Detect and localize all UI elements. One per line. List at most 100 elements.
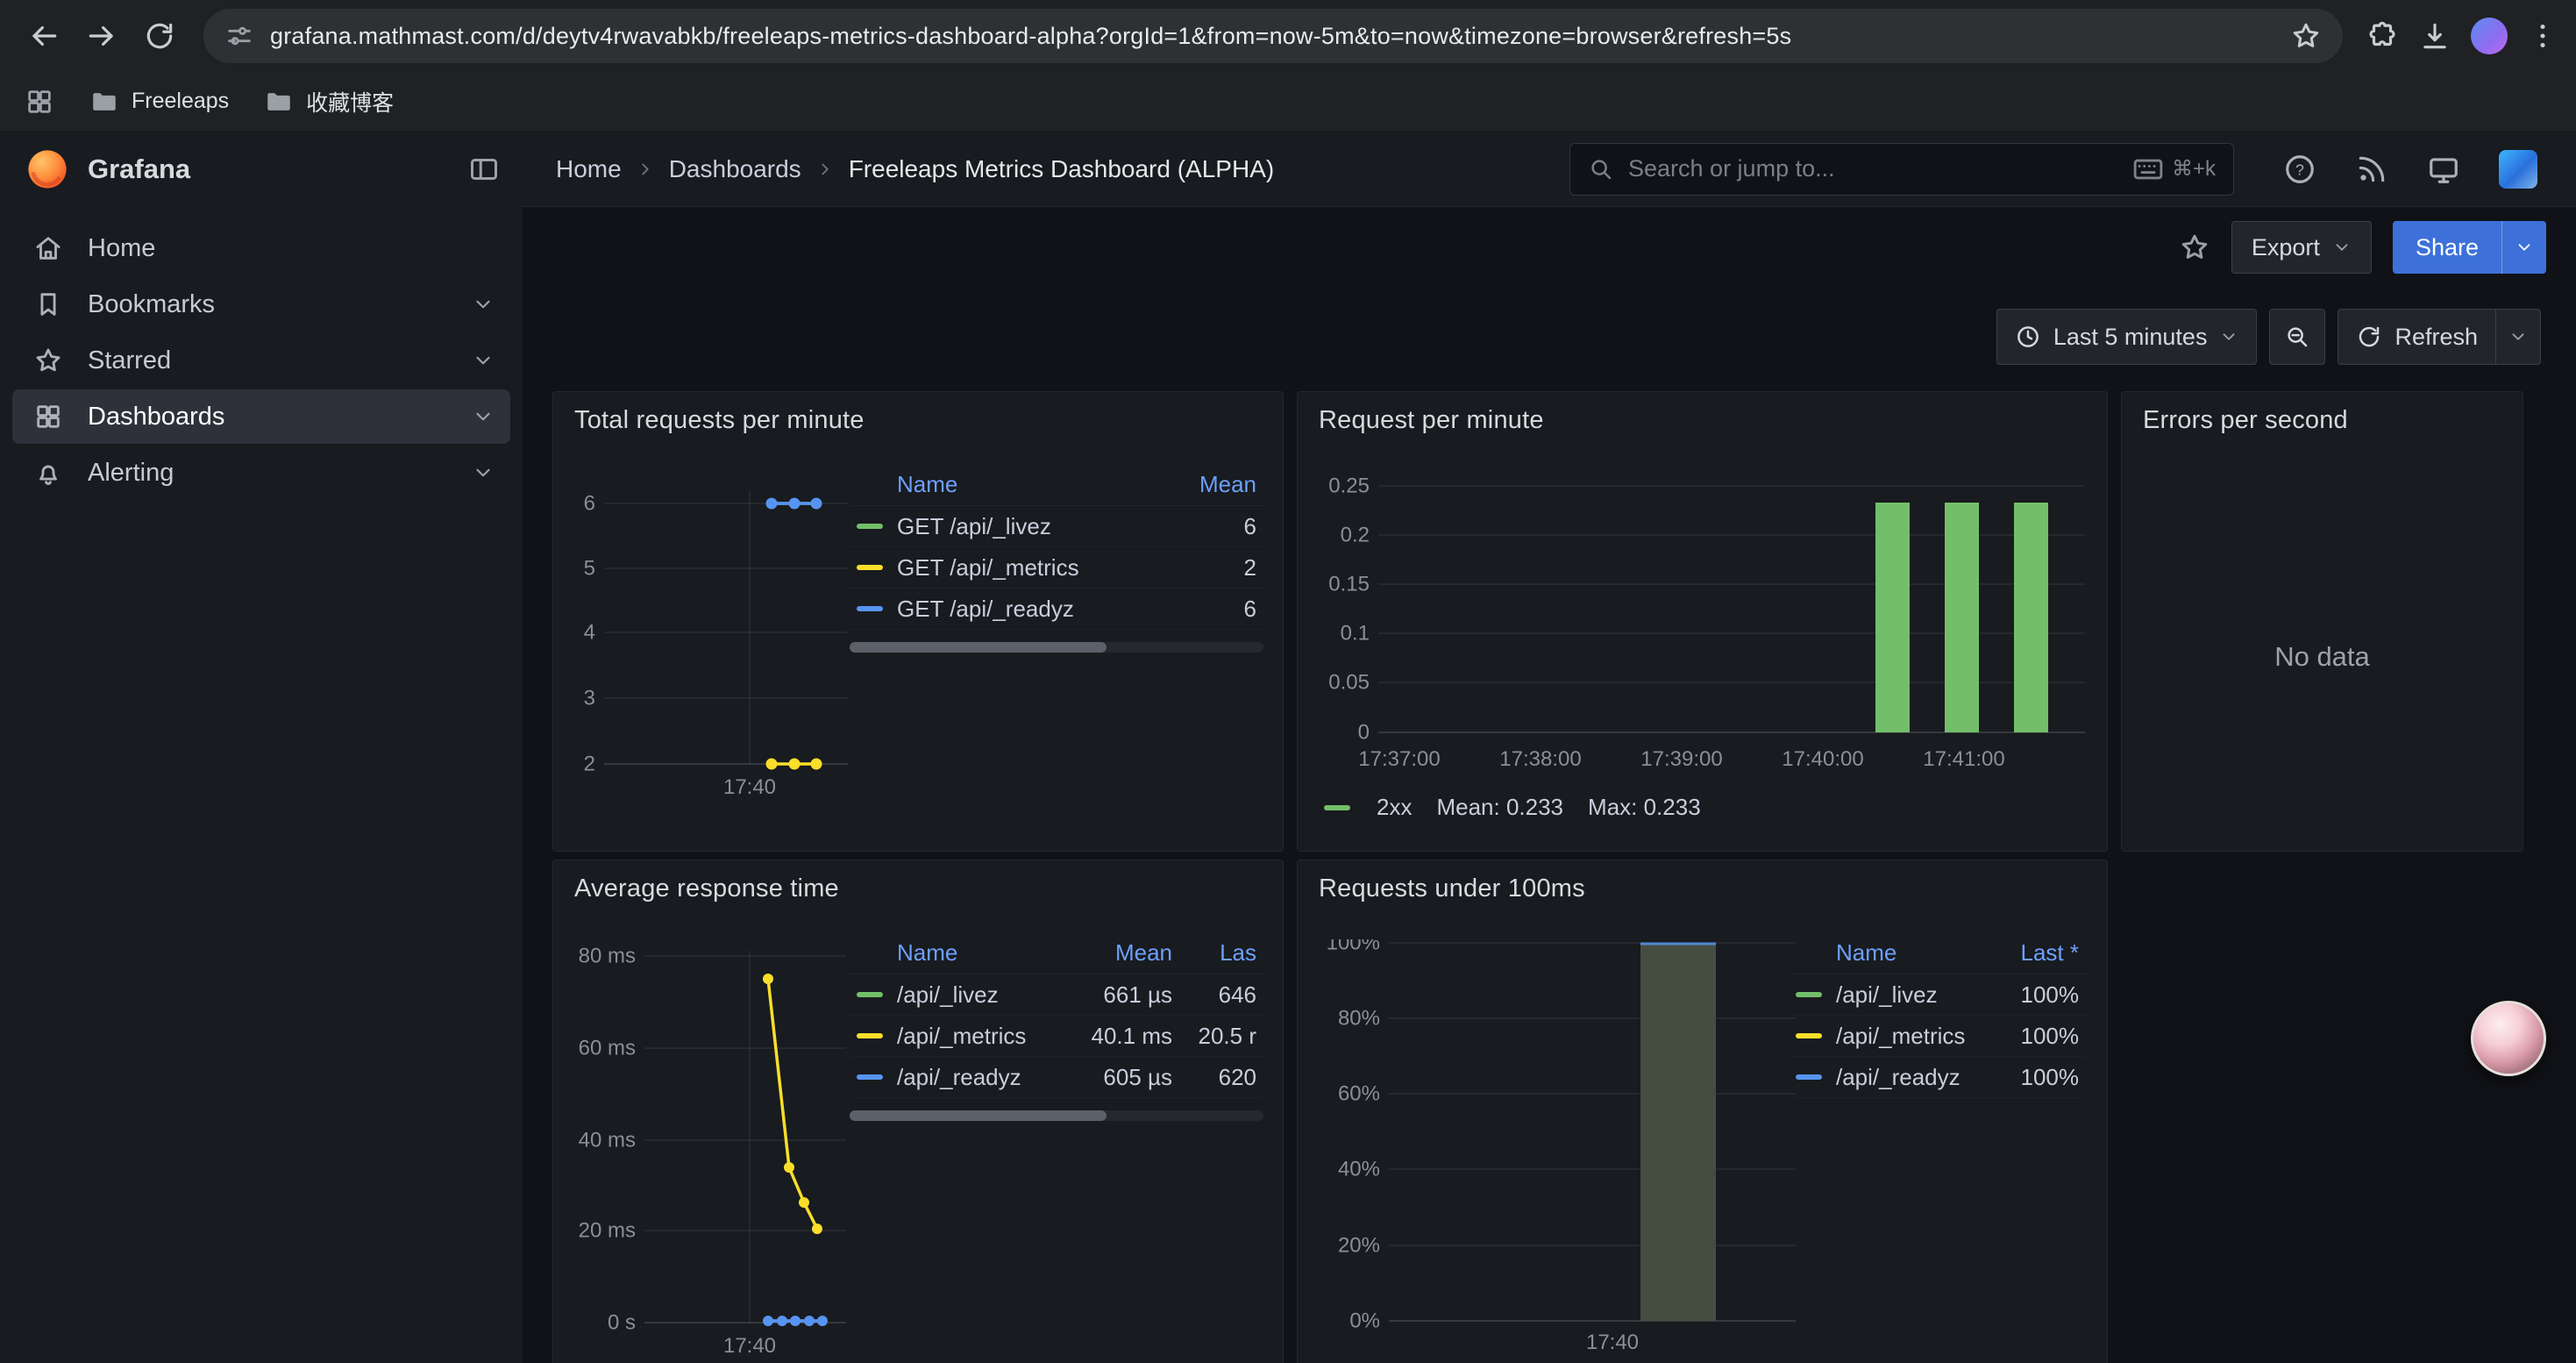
svg-text:0: 0 <box>1358 721 1370 745</box>
scrollbar-thumb[interactable] <box>850 642 1107 653</box>
bookmark-star-icon[interactable] <box>2290 20 2322 52</box>
sidebar-item-bookmarks[interactable]: Bookmarks <box>12 277 510 332</box>
url-text[interactable]: grafana.mathmast.com/d/deytv4rwavabkb/fr… <box>270 23 2274 50</box>
brand-row: Grafana <box>0 132 523 207</box>
svg-text:3: 3 <box>584 687 595 710</box>
dock-icon <box>468 153 500 185</box>
chevron-down-icon[interactable] <box>472 405 495 428</box>
download-icon[interactable] <box>2418 19 2451 53</box>
legend-row[interactable]: GET /api/_livez 6 <box>850 506 1263 547</box>
sidebar-item-starred[interactable]: Starred <box>12 333 510 388</box>
search-input[interactable] <box>1628 155 2119 182</box>
user-avatar[interactable] <box>2499 150 2537 189</box>
legend-row[interactable]: GET /api/_metrics 2 <box>850 547 1263 589</box>
refresh-icon <box>2356 324 2382 350</box>
refresh-split-button: Refresh <box>2338 309 2541 365</box>
sidebar-item-alerting[interactable]: Alerting <box>12 446 510 500</box>
grafana-header: Home Dashboards Freeleaps Metrics Dashbo… <box>523 132 2576 207</box>
legend-row[interactable]: GET /api/_readyz 6 <box>850 589 1263 630</box>
sidebar-item-label: Alerting <box>88 459 174 488</box>
chevron-down-icon[interactable] <box>472 461 495 484</box>
bookmark-item-blog[interactable]: 收藏博客 <box>264 86 394 118</box>
help-icon[interactable]: ? <box>2283 153 2316 186</box>
breadcrumb-home[interactable]: Home <box>556 155 622 183</box>
bookmark-label: 收藏博客 <box>306 86 394 118</box>
svg-text:17:38:00: 17:38:00 <box>1499 747 1581 771</box>
panel-title[interactable]: Total requests per minute <box>553 392 1283 435</box>
apps-grid-icon[interactable] <box>25 87 54 117</box>
search-box[interactable]: ⌘+k <box>1569 143 2234 196</box>
forward-button[interactable] <box>75 10 128 62</box>
sidebar: Grafana Home Bookmarks Starred <box>0 132 523 1363</box>
bookmark-item-freeleaps[interactable]: Freeleaps <box>89 87 229 117</box>
svg-text:17:40: 17:40 <box>723 775 776 799</box>
legend-row[interactable]: /api/_metrics 40.1 ms 20.5 r <box>850 1016 1263 1057</box>
legend-table: Name Mean Las /api/_livez 661 µs 646 /ap… <box>850 932 1263 1121</box>
svg-text:40%: 40% <box>1338 1158 1380 1181</box>
series-swatch <box>1324 805 1350 810</box>
sidebar-item-home[interactable]: Home <box>12 221 510 275</box>
legend-item-2xx[interactable]: 2xx <box>1324 794 1412 821</box>
folder-icon <box>264 87 294 117</box>
legend-header: Name Mean <box>850 464 1263 506</box>
reload-button[interactable] <box>133 10 186 62</box>
legend-table: Name Last * /api/_livez 100% /api/_metri… <box>1789 932 2086 1098</box>
extensions-icon[interactable] <box>2366 19 2399 53</box>
share-button[interactable]: Share <box>2393 221 2501 274</box>
rss-icon[interactable] <box>2355 153 2388 186</box>
menu-kebab-icon[interactable] <box>2527 20 2558 52</box>
scrollbar-thumb[interactable] <box>850 1110 1107 1121</box>
chevron-right-icon <box>815 160 835 179</box>
panel-title[interactable]: Average response time <box>553 860 1283 903</box>
panel-title[interactable]: Request per minute <box>1298 392 2107 435</box>
bookmark-icon <box>33 289 63 319</box>
forward-icon <box>85 19 118 53</box>
time-range-label: Last 5 minutes <box>2053 324 2208 351</box>
refresh-interval-button[interactable] <box>2495 310 2540 364</box>
chevron-down-icon <box>2515 238 2534 257</box>
refresh-button[interactable]: Refresh <box>2338 310 2495 364</box>
svg-text:17:40:00: 17:40:00 <box>1782 747 1863 771</box>
profile-avatar[interactable] <box>2471 18 2508 54</box>
export-button[interactable]: Export <box>2231 221 2372 274</box>
legend-row[interactable]: /api/_livez 100% <box>1789 974 2086 1016</box>
series-swatch <box>857 1074 883 1080</box>
grafana-logo[interactable] <box>25 146 70 192</box>
legend-scrollbar[interactable] <box>850 642 1263 653</box>
legend-scrollbar[interactable] <box>850 1110 1263 1121</box>
sidebar-item-dashboards[interactable]: Dashboards <box>12 389 510 444</box>
panel-title[interactable]: Errors per second <box>2122 392 2523 435</box>
monitor-icon[interactable] <box>2427 153 2460 186</box>
legend-row[interactable]: /api/_readyz 100% <box>1789 1057 2086 1098</box>
dock-sidebar-button[interactable] <box>468 153 500 185</box>
breadcrumb-dashboards[interactable]: Dashboards <box>669 155 801 183</box>
legend-row[interactable]: /api/_readyz 605 µs 620 <box>850 1057 1263 1098</box>
series-swatch <box>857 992 883 997</box>
floating-assistant-avatar[interactable] <box>2471 1001 2546 1076</box>
export-label: Export <box>2252 234 2320 261</box>
bar-2xx <box>1945 503 1979 732</box>
legend-row[interactable]: /api/_metrics 100% <box>1789 1016 2086 1057</box>
svg-text:6: 6 <box>584 492 595 516</box>
panel-title[interactable]: Requests under 100ms <box>1298 860 2107 903</box>
chevron-down-icon[interactable] <box>472 293 495 316</box>
time-controls: Last 5 minutes Refresh <box>1996 309 2541 365</box>
legend-max: Max: 0.233 <box>1588 794 1701 821</box>
share-split-button: Share <box>2393 221 2546 274</box>
svg-text:100%: 100% <box>1327 939 1380 955</box>
series-swatch <box>1796 992 1822 997</box>
favorite-dashboard-button[interactable] <box>2179 232 2210 263</box>
time-range-picker[interactable]: Last 5 minutes <box>1996 309 2258 365</box>
share-menu-button[interactable] <box>2501 221 2546 274</box>
series-swatch <box>1796 1033 1822 1038</box>
site-info-icon[interactable] <box>224 21 254 51</box>
address-bar[interactable]: grafana.mathmast.com/d/deytv4rwavabkb/fr… <box>203 9 2343 63</box>
legend-row[interactable]: /api/_livez 661 µs 646 <box>850 974 1263 1016</box>
back-button[interactable] <box>18 10 70 62</box>
zoom-out-button[interactable] <box>2269 309 2325 365</box>
folder-icon <box>89 87 119 117</box>
bookmark-label: Freeleaps <box>132 89 229 114</box>
svg-text:60%: 60% <box>1338 1082 1380 1106</box>
chevron-down-icon[interactable] <box>472 349 495 372</box>
home-icon <box>33 233 63 263</box>
